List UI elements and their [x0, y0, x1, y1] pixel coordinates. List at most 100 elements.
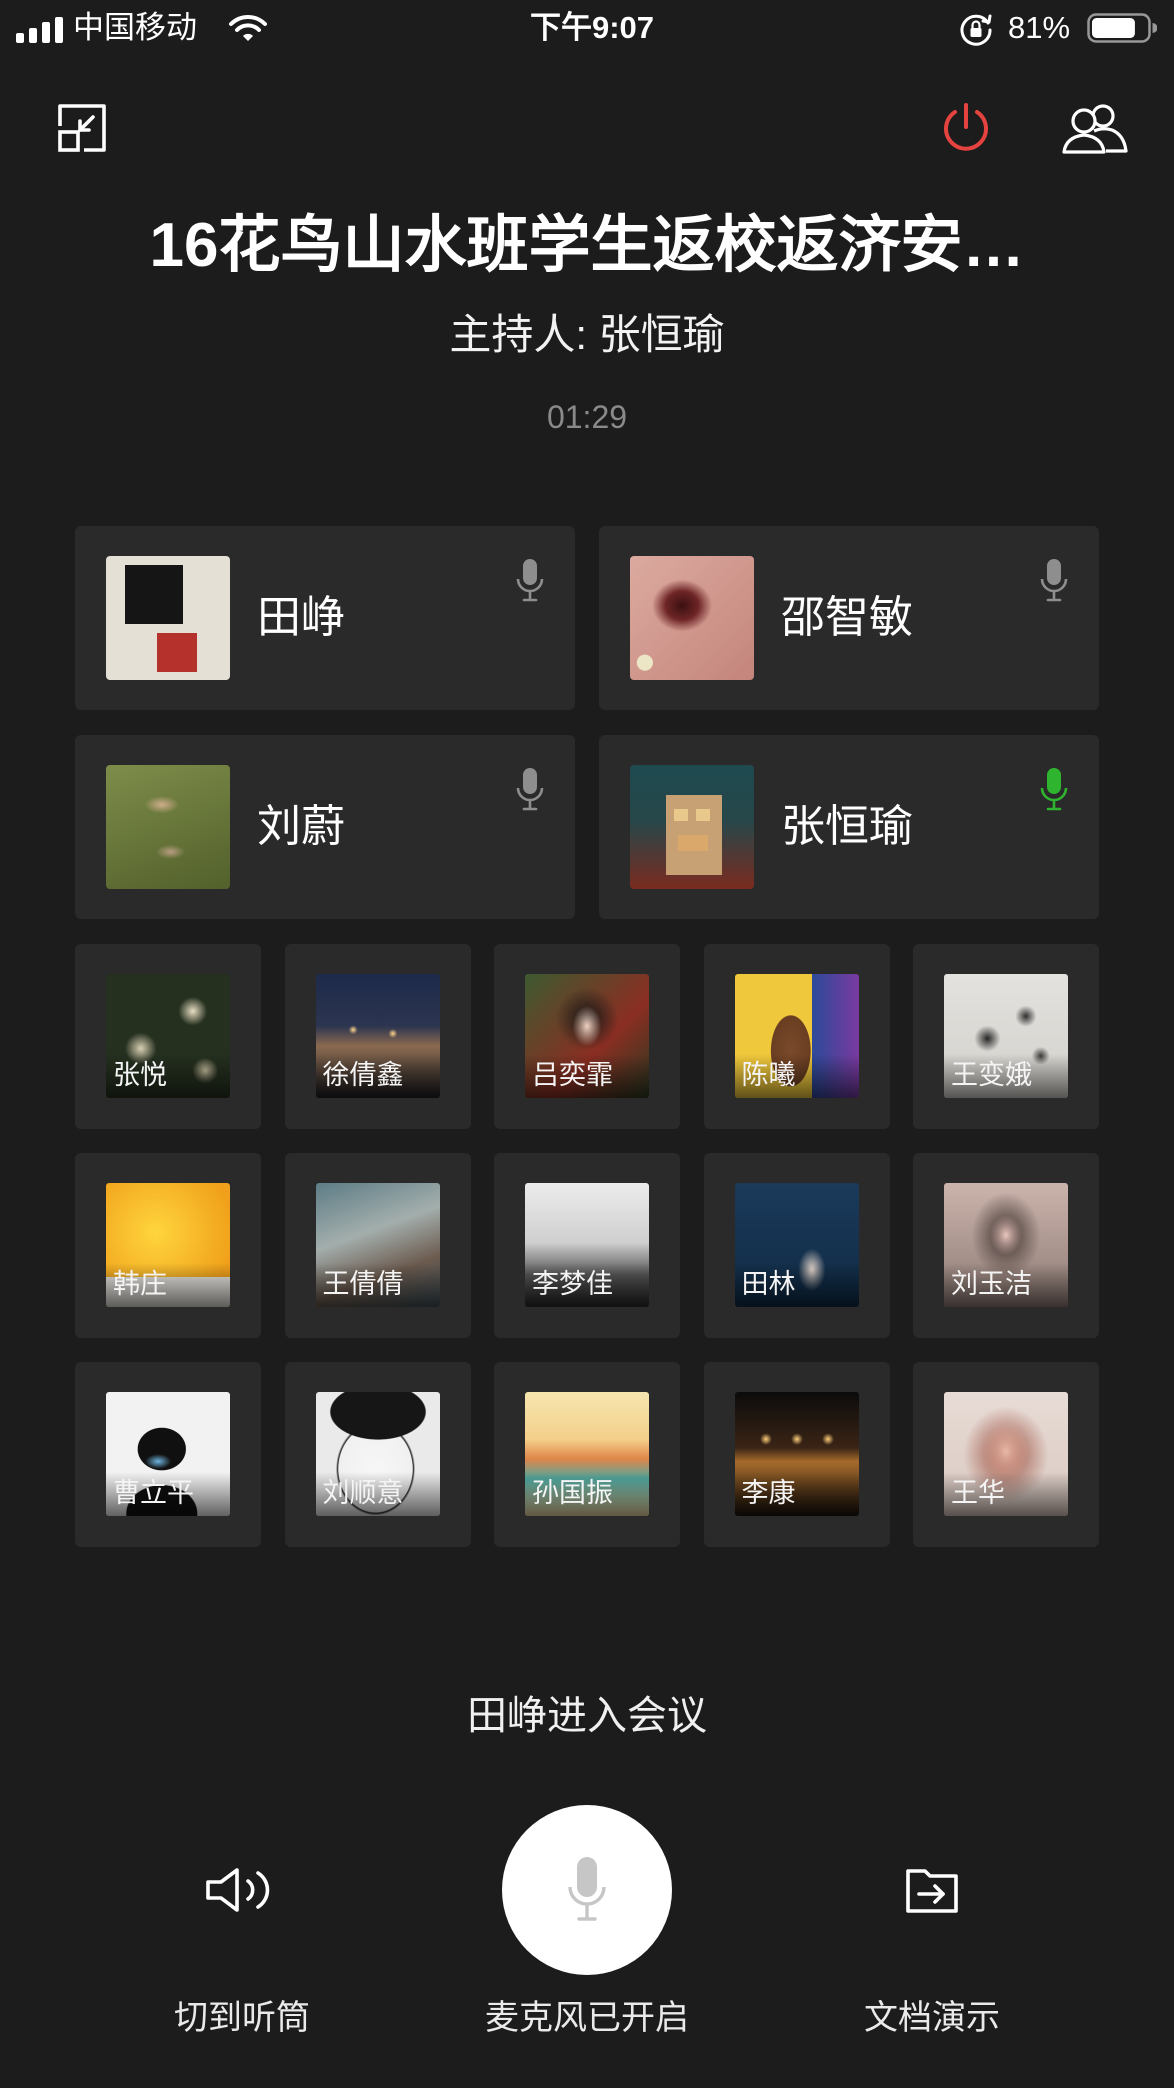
- participant-card-featured[interactable]: 张恒瑜: [599, 735, 1099, 919]
- microphone-toggle-button[interactable]: 麦克风已开启: [437, 1805, 737, 2045]
- carrier-name: 中国移动: [73, 10, 197, 45]
- speaker-label: 切到听筒: [174, 1999, 310, 2037]
- participant-name: 吕奕霏: [525, 1054, 649, 1098]
- participant-card[interactable]: 刘顺意: [284, 1362, 471, 1547]
- participant-card[interactable]: 王华: [913, 1362, 1099, 1547]
- participant-name: 刘顺意: [315, 1472, 440, 1516]
- participant-name: 张恒瑜: [781, 802, 913, 851]
- cellular-signal-icon: [16, 17, 64, 43]
- participant-card[interactable]: 韩庄: [75, 1153, 261, 1338]
- participant-name: 田林: [734, 1263, 859, 1307]
- avatar: 田林: [734, 1183, 859, 1307]
- microphone-status-icon: [1040, 559, 1068, 603]
- participant-name: 陈曦: [734, 1054, 859, 1098]
- avatar: 孙国振: [525, 1392, 649, 1516]
- microphone-status-icon: [516, 559, 544, 603]
- meeting-duration: 01:29: [546, 399, 628, 435]
- cellular-signal-icon-graphic: [16, 17, 63, 43]
- minimize-window-icon: [58, 104, 106, 152]
- avatar: [106, 765, 230, 889]
- participants-icon: [1062, 104, 1128, 154]
- microphone-button-circle[interactable]: [502, 1805, 672, 1975]
- participant-card[interactable]: 王倩倩: [284, 1153, 471, 1338]
- other-participants: 张悦 徐倩鑫 吕奕霏 陈曦 王变娥 韩庄 王倩倩 李梦佳 田林 刘玉洁 曹立平 …: [75, 944, 1099, 1547]
- rotation-lock-icon-graphic: [960, 14, 992, 46]
- avatar: 王倩倩: [315, 1183, 440, 1307]
- join-notice: 田峥进入会议: [467, 1694, 707, 1738]
- participant-name: 李康: [734, 1472, 859, 1516]
- clock-time: 下午9:07: [529, 10, 655, 45]
- avatar: 陈曦: [734, 974, 859, 1098]
- participant-card[interactable]: 张悦: [75, 944, 261, 1129]
- participant-card[interactable]: 陈曦: [703, 944, 890, 1129]
- document-presentation-button[interactable]: 文档演示: [782, 1805, 1082, 2045]
- avatar: [106, 556, 230, 680]
- microphone-status-icon: [1040, 768, 1068, 812]
- participant-card[interactable]: 曹立平: [75, 1362, 261, 1547]
- participant-card[interactable]: 李康: [703, 1362, 890, 1547]
- meeting-title: 16花鸟山水班学生返校返济安…: [149, 211, 1025, 280]
- participant-card[interactable]: 王变娥: [913, 944, 1099, 1129]
- microphone-icon: [567, 1857, 607, 1923]
- avatar: 刘玉洁: [944, 1183, 1068, 1307]
- participant-card-featured[interactable]: 刘蔚: [75, 735, 575, 919]
- document-share-icon-graphic: [906, 1869, 958, 1913]
- rotation-lock-icon: [958, 11, 994, 47]
- battery-icon: [1087, 13, 1157, 43]
- participant-card[interactable]: 徐倩鑫: [284, 944, 471, 1129]
- microphone-status-icon: [516, 768, 544, 812]
- participant-name: 张悦: [106, 1054, 230, 1098]
- participant-card[interactable]: 吕奕霏: [494, 944, 680, 1129]
- avatar: [630, 765, 754, 889]
- document-label: 文档演示: [864, 1999, 1000, 2037]
- avatar: 王华: [944, 1392, 1068, 1516]
- speaker-icon-graphic: [206, 1868, 270, 1912]
- avatar: 徐倩鑫: [315, 974, 440, 1098]
- battery-percentage: 81%: [1008, 10, 1071, 45]
- battery-level-fill: [1092, 18, 1135, 38]
- participant-card[interactable]: 孙国振: [494, 1362, 680, 1547]
- document-share-icon: [904, 1861, 960, 1917]
- participant-name: 刘蔚: [257, 802, 345, 851]
- microphone-icon-graphic: [568, 1857, 606, 1921]
- participant-card[interactable]: 田林: [703, 1153, 890, 1338]
- participant-name: 刘玉洁: [944, 1263, 1068, 1307]
- avatar: 王变娥: [944, 974, 1068, 1098]
- participant-card[interactable]: 刘玉洁: [913, 1153, 1099, 1338]
- speaker-icon: [204, 1863, 276, 1917]
- participant-name: 邵智敏: [781, 593, 913, 642]
- power-icon: [944, 103, 988, 151]
- featured-participants: 田峥 邵智敏 刘蔚 张恒瑜: [75, 526, 1099, 919]
- participant-name: 李梦佳: [525, 1263, 649, 1307]
- microphone-label: 麦克风已开启: [485, 1999, 689, 2037]
- participant-name: 王变娥: [944, 1054, 1068, 1098]
- minimize-window-button[interactable]: [56, 102, 108, 154]
- microphone-icon: [516, 559, 544, 602]
- avatar: 吕奕霏: [525, 974, 649, 1098]
- participant-name: 王倩倩: [315, 1263, 440, 1307]
- participant-card-featured[interactable]: 田峥: [75, 526, 575, 710]
- avatar: 李康: [734, 1392, 859, 1516]
- participant-name: 田峥: [257, 593, 345, 642]
- switch-to-earpiece-button[interactable]: 切到听筒: [92, 1805, 392, 2045]
- avatar: [630, 556, 754, 680]
- battery-icon-graphic: [1087, 13, 1157, 43]
- participant-name: 曹立平: [106, 1472, 230, 1516]
- avatar: 李梦佳: [525, 1183, 649, 1307]
- leave-meeting-button[interactable]: [939, 101, 993, 155]
- participant-card[interactable]: 李梦佳: [494, 1153, 680, 1338]
- wifi-icon: [228, 13, 268, 43]
- avatar: 韩庄: [106, 1183, 230, 1307]
- meeting-host: 主持人: 张恒瑜: [449, 311, 725, 358]
- participants-button[interactable]: [1060, 101, 1128, 155]
- avatar: 张悦: [106, 974, 230, 1098]
- participant-name: 孙国振: [525, 1472, 649, 1516]
- microphone-icon: [1040, 559, 1068, 602]
- microphone-icon: [1040, 768, 1068, 811]
- microphone-icon: [516, 768, 544, 811]
- avatar: 曹立平: [106, 1392, 230, 1516]
- participant-name: 徐倩鑫: [315, 1054, 440, 1098]
- avatar: 刘顺意: [315, 1392, 440, 1516]
- participant-name: 韩庄: [106, 1263, 230, 1307]
- participant-card-featured[interactable]: 邵智敏: [599, 526, 1099, 710]
